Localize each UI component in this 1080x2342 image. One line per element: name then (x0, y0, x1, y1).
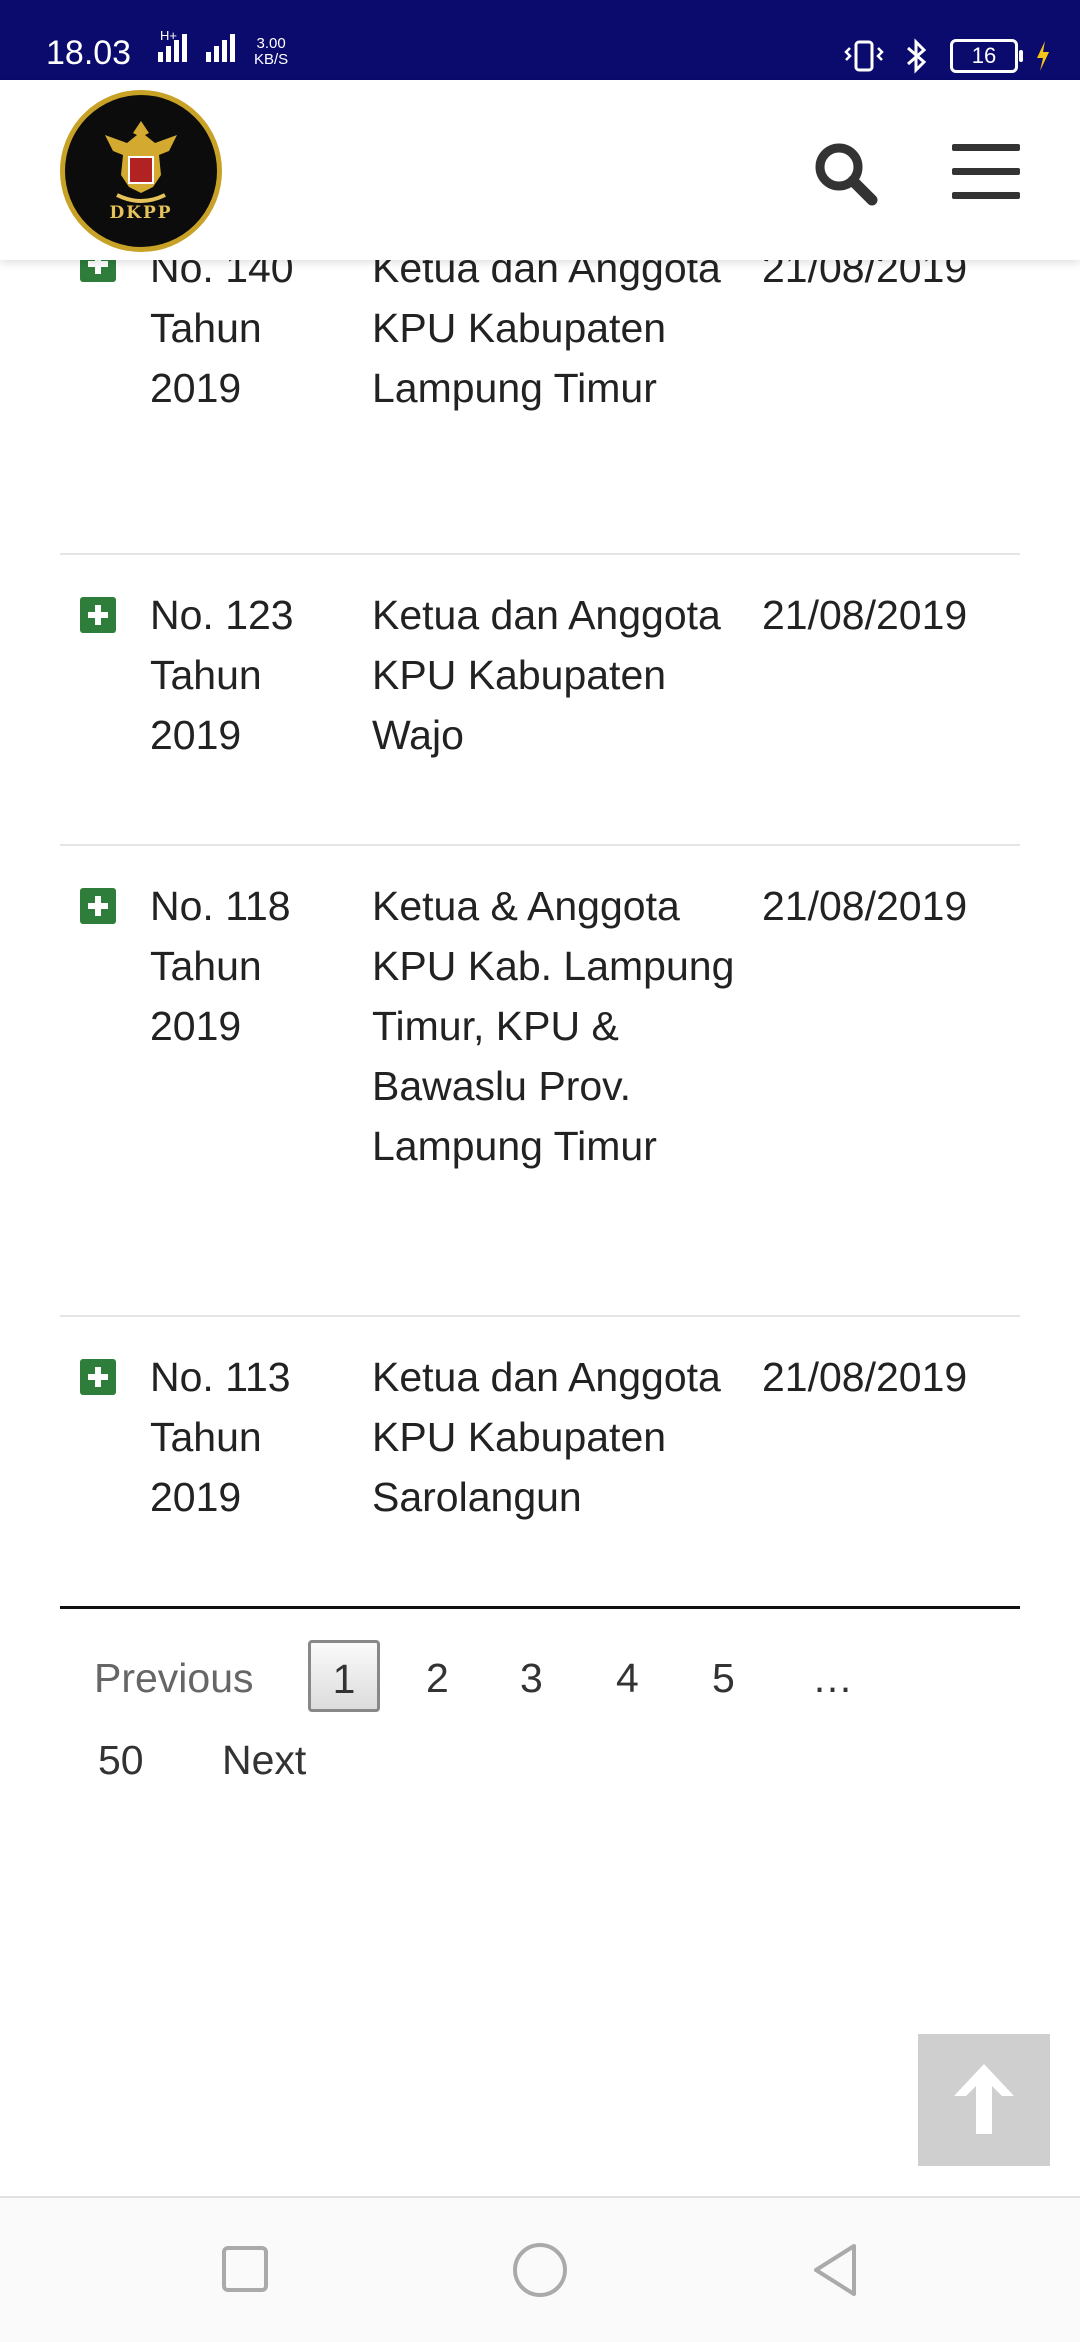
pagination-page-4[interactable]: 4 (616, 1648, 639, 1708)
row-date: 21/08/2019 (762, 592, 968, 638)
pagination-next[interactable]: Next (222, 1730, 306, 1790)
pagination-page-50[interactable]: 50 (98, 1730, 144, 1790)
pagination: Previous 1 2 3 4 5 … 50 Next (60, 1604, 1020, 1804)
status-bar: 18.03 H+ 3.00 KB/S 16 (0, 0, 1080, 80)
row-number: No. 140 Tahun 2019 (150, 245, 294, 411)
expand-row-icon[interactable] (80, 1359, 116, 1395)
status-time: 18.03 (46, 34, 132, 72)
vibrate-icon (844, 40, 884, 72)
row-title: Ketua dan Anggota KPU Kabupaten Sarolang… (372, 1354, 721, 1520)
table-row: No. 123 Tahun 2019 Ketua dan Anggota KPU… (60, 555, 1020, 846)
network-speed-value: 3.00 (256, 35, 286, 52)
logo-text: DKPP (109, 203, 173, 223)
row-date: 21/08/2019 (762, 1354, 968, 1400)
network-type: H+ (160, 28, 177, 43)
pagination-page-5[interactable]: 5 (712, 1648, 735, 1708)
row-number: No. 118 Tahun 2019 (150, 883, 291, 1049)
row-title: Ketua dan Anggota KPU Kabupaten Lampung … (372, 245, 721, 411)
row-number: No. 113 Tahun 2019 (150, 1354, 291, 1520)
table-row: No. 118 Tahun 2019 Ketua & Anggota KPU K… (60, 846, 1020, 1317)
hamburger-menu-icon[interactable] (952, 144, 1022, 204)
pagination-ellipsis: … (812, 1655, 853, 1701)
search-icon[interactable] (810, 138, 880, 208)
charging-icon (1037, 41, 1049, 71)
recent-apps-icon[interactable] (220, 2244, 270, 2294)
home-icon[interactable] (510, 2240, 570, 2300)
row-title: Ketua & Anggota KPU Kab. Lampung Timur, … (372, 883, 735, 1169)
expand-row-icon[interactable] (80, 888, 116, 924)
bluetooth-icon (907, 38, 927, 74)
row-title: Ketua dan Anggota KPU Kabupaten Wajo (372, 592, 721, 758)
battery-icon: 16 (950, 39, 1023, 73)
pagination-previous[interactable]: Previous (94, 1648, 254, 1708)
pagination-page-3[interactable]: 3 (520, 1648, 543, 1708)
dkpp-logo[interactable]: DKPP (60, 90, 222, 252)
status-icons: 16 (844, 36, 1050, 76)
network-speed-unit: KB/S (254, 51, 289, 68)
table-row: No. 113 Tahun 2019 Ketua dan Anggota KPU… (60, 1317, 1020, 1609)
row-number: No. 123 Tahun 2019 (150, 592, 294, 758)
arrow-up-icon (954, 2064, 1014, 2134)
scroll-to-top-button[interactable] (918, 2034, 1050, 2166)
site-header: DKPP (0, 80, 1080, 260)
expand-row-icon[interactable] (80, 597, 116, 633)
row-date: 21/08/2019 (762, 883, 968, 929)
pagination-page-1[interactable]: 1 (308, 1640, 380, 1712)
pagination-page-2[interactable]: 2 (426, 1648, 449, 1708)
back-icon[interactable] (808, 2240, 864, 2300)
garuda-emblem-icon (105, 121, 177, 203)
signal-icon-2 (206, 34, 238, 62)
system-navigation-bar (0, 2196, 1080, 2342)
battery-level: 16 (971, 43, 997, 68)
network-speed: 3.00 KB/S (254, 36, 288, 68)
